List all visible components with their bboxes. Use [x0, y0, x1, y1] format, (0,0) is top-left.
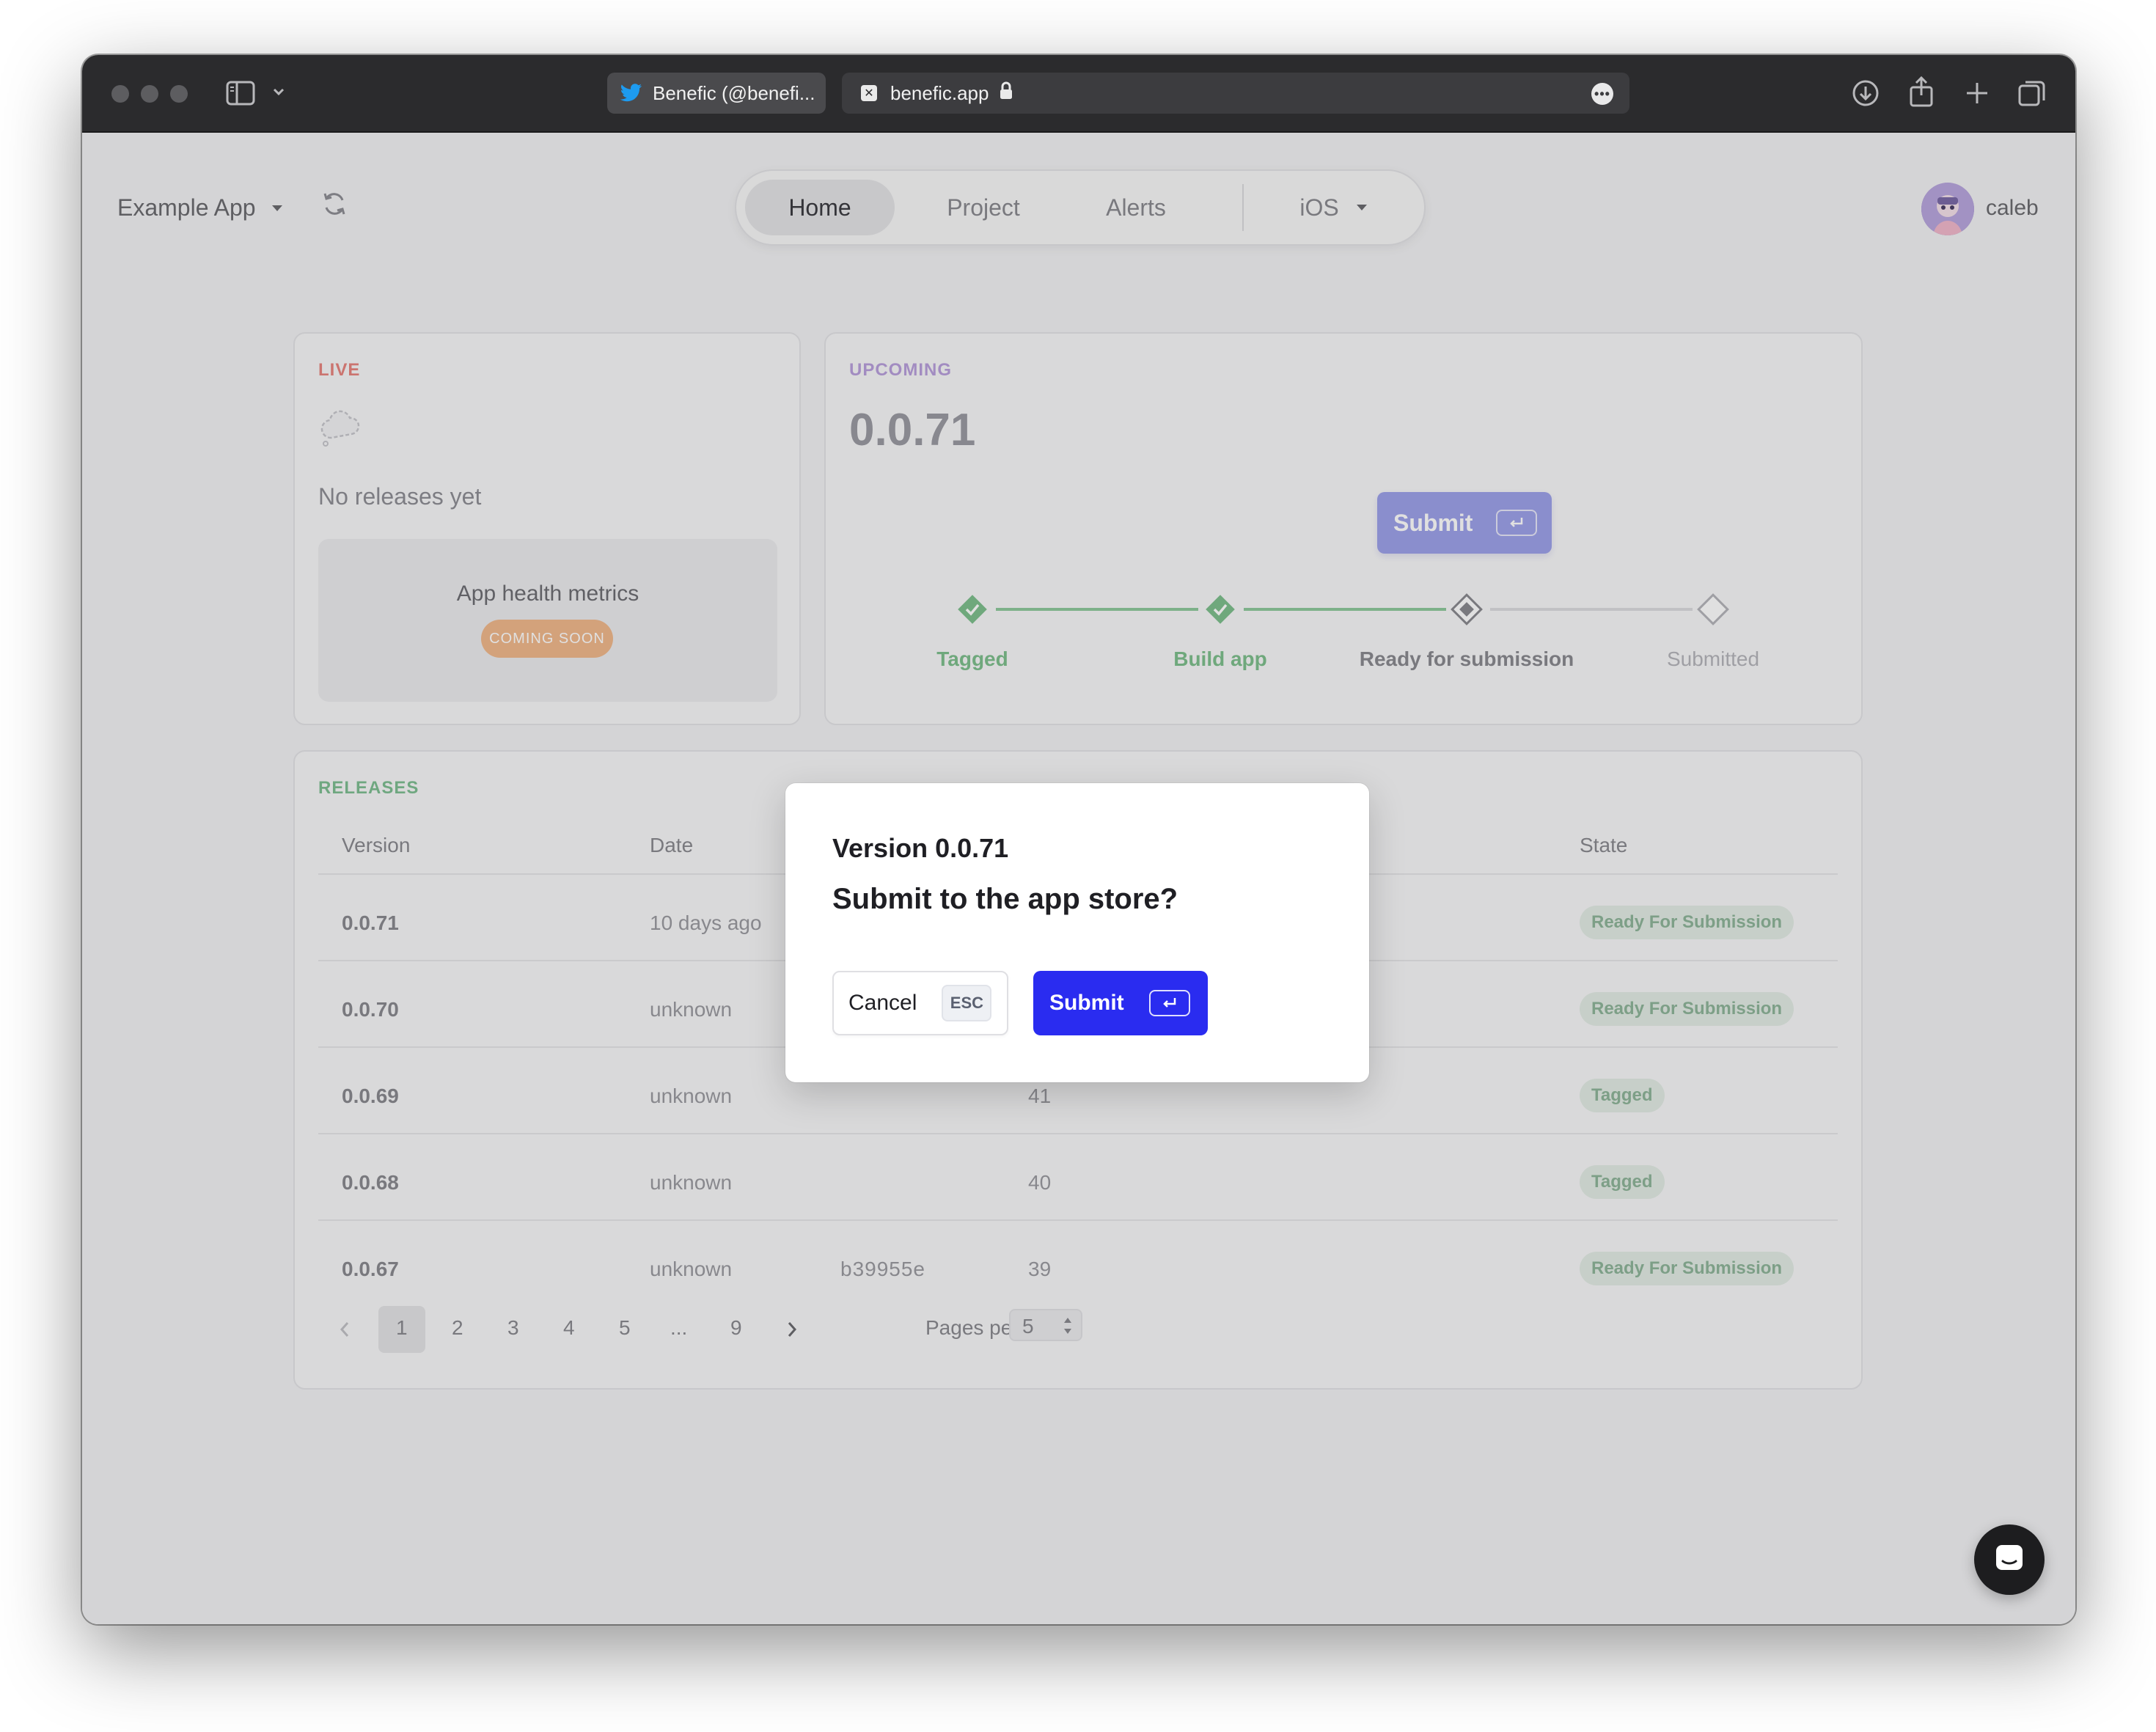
tab-twitter[interactable]: Benefic (@benefi...	[607, 73, 826, 114]
cancel-label: Cancel	[848, 991, 917, 1015]
dialog-question: Submit to the app store?	[832, 883, 1178, 915]
tab-benefic-app[interactable]: ✕ benefic.app •••	[842, 73, 1629, 114]
close-window-button[interactable]	[111, 85, 129, 103]
sidebar-toggle-icon[interactable]	[226, 80, 255, 110]
share-icon[interactable]	[1908, 76, 1935, 111]
twitter-bird-icon	[620, 82, 642, 104]
tab-title: benefic.app	[890, 81, 989, 104]
tabs-overview-icon[interactable]	[2017, 78, 2047, 111]
chevron-down-icon[interactable]	[271, 87, 286, 101]
download-icon[interactable]	[1851, 78, 1880, 111]
zoom-window-button[interactable]	[170, 85, 188, 103]
cancel-button[interactable]: Cancel ESC	[832, 971, 1008, 1035]
chat-icon	[1993, 1542, 2025, 1578]
submit-confirm-dialog: Version 0.0.71 Submit to the app store? …	[785, 783, 1369, 1082]
tab-title: Benefic (@benefi...	[653, 81, 815, 104]
minimize-window-button[interactable]	[141, 85, 158, 103]
enter-key-icon	[1148, 990, 1190, 1016]
app-content: Example App Home Project Alerts iOS cale…	[82, 133, 2075, 1624]
more-options-icon[interactable]: •••	[1591, 83, 1613, 105]
browser-window: Benefic (@benefi... ✕ benefic.app ••• Ex…	[82, 55, 2075, 1624]
browser-titlebar: Benefic (@benefi... ✕ benefic.app •••	[82, 55, 2075, 133]
plus-icon[interactable]	[1964, 80, 1990, 110]
dialog-title: Version 0.0.71	[832, 833, 1009, 863]
lock-icon	[999, 81, 1013, 106]
submit-label: Submit	[1049, 991, 1124, 1015]
esc-key-hint: ESC	[942, 985, 992, 1021]
x-favicon-icon: ✕	[858, 82, 880, 104]
chat-launcher-button[interactable]	[1974, 1524, 2045, 1595]
confirm-submit-button[interactable]: Submit	[1033, 971, 1208, 1035]
